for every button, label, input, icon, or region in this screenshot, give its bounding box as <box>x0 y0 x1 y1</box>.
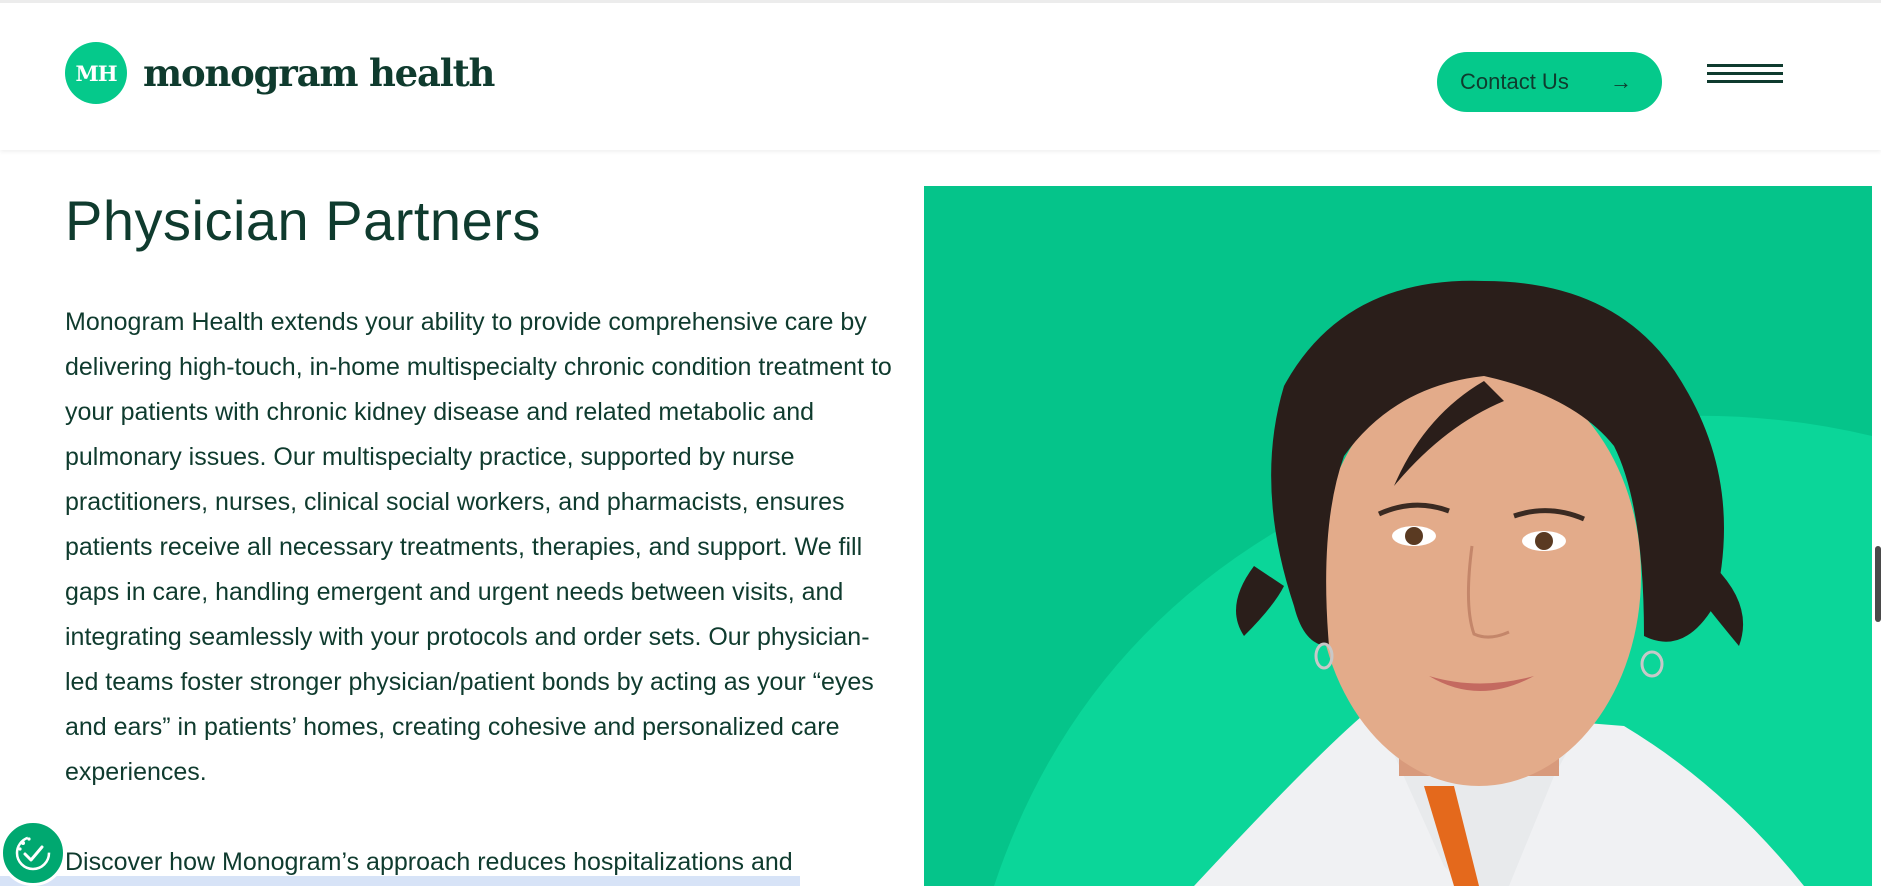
scrollbar-thumb[interactable] <box>1875 546 1881 622</box>
logo[interactable]: MH monogram health <box>65 42 495 104</box>
intro-paragraph: Monogram Health extends your ability to … <box>65 308 892 786</box>
site-header: MH monogram health Contact Us → <box>0 0 1881 150</box>
logo-wordmark: monogram health <box>143 51 495 95</box>
contact-us-label: Contact Us <box>1460 69 1569 94</box>
arrow-right-icon: → <box>1610 69 1632 94</box>
physician-photo <box>924 186 1872 886</box>
content-column: Physician Partners Monogram Health exten… <box>65 185 895 876</box>
hamburger-menu-icon[interactable] <box>1707 64 1783 92</box>
page: MH monogram health Contact Us → Physicia… <box>0 0 1881 886</box>
contact-us-button[interactable]: Contact Us → <box>1437 52 1662 112</box>
logo-mark: MH <box>65 42 127 104</box>
accessibility-icon[interactable] <box>0 820 66 886</box>
page-title: Physician Partners <box>65 189 541 252</box>
text-selection-highlight <box>0 876 800 886</box>
